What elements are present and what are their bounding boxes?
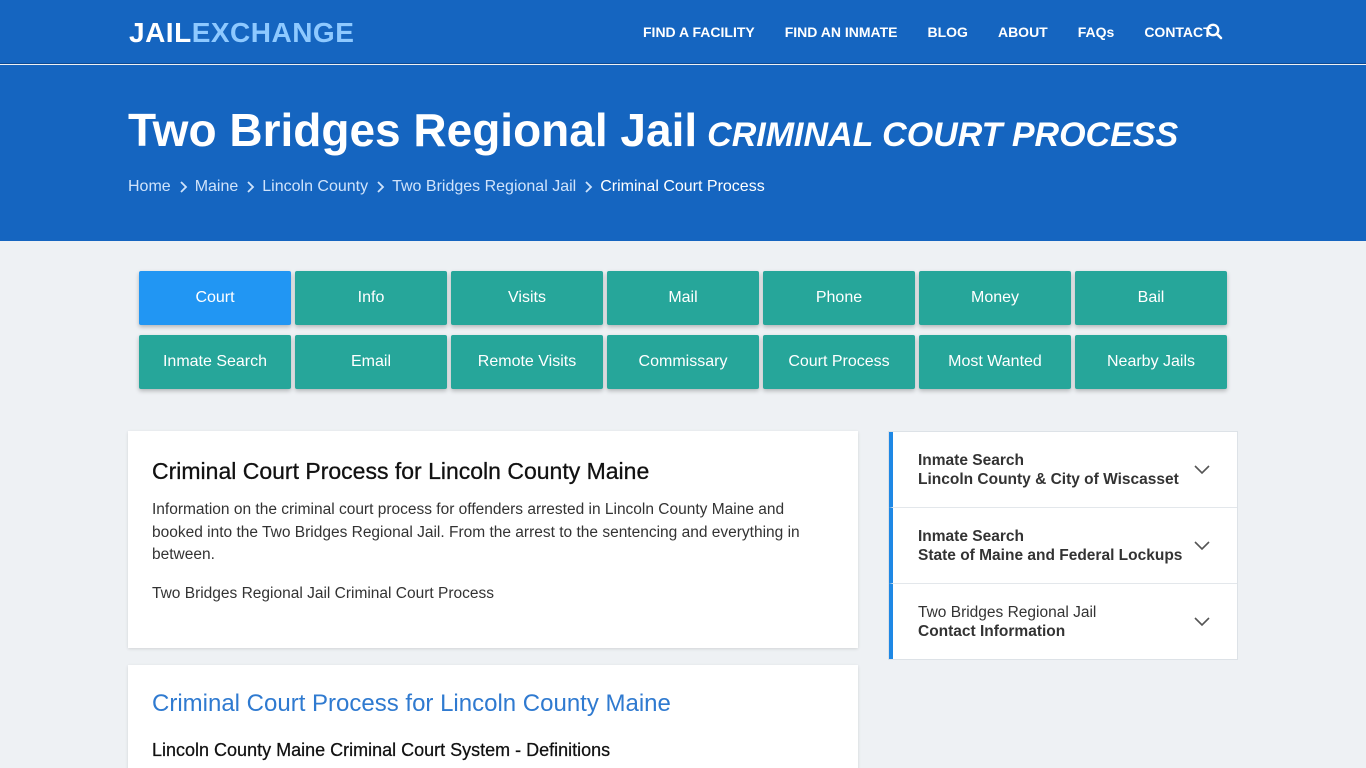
tab-money[interactable]: Money [919, 271, 1071, 325]
sidebar-item-title: Inmate Search [918, 528, 1024, 545]
tab-phone[interactable]: Phone [763, 271, 915, 325]
tab-bail[interactable]: Bail [1075, 271, 1227, 325]
nav-about[interactable]: ABOUT [983, 0, 1063, 64]
breadcrumb-home[interactable]: Home [128, 178, 171, 196]
breadcrumb-maine[interactable]: Maine [195, 178, 239, 196]
tab-court[interactable]: Court [139, 271, 291, 325]
tab-visits[interactable]: Visits [451, 271, 603, 325]
tab-info[interactable]: Info [295, 271, 447, 325]
breadcrumb-two-bridges[interactable]: Two Bridges Regional Jail [392, 178, 576, 196]
nav-find-a-facility[interactable]: FIND A FACILITY [628, 0, 770, 64]
sidebar-item-subtitle: Lincoln County & City of Wiscasset [918, 471, 1179, 488]
sidebar-accordion: Inmate Search Lincoln County & City of W… [888, 431, 1238, 660]
intro-caption: Two Bridges Regional Jail Criminal Court… [152, 584, 494, 602]
breadcrumb: Home Maine Lincoln County Two Bridges Re… [128, 178, 765, 196]
tab-court-process[interactable]: Court Process [763, 335, 915, 389]
intro-card: Criminal Court Process for Lincoln Count… [128, 431, 858, 648]
tab-remote-visits[interactable]: Remote Visits [451, 335, 603, 389]
sidebar-item-contact-information[interactable]: Two Bridges Regional Jail Contact Inform… [889, 584, 1237, 659]
chevron-right-icon [576, 180, 600, 194]
logo-text-exchange: EXCHANGE [191, 17, 355, 48]
sidebar-item-inmate-search-state[interactable]: Inmate Search State of Maine and Federal… [889, 508, 1237, 584]
tab-nearby-jails[interactable]: Nearby Jails [1075, 335, 1227, 389]
page-title: Two Bridges Regional Jail CRIMINAL COURT … [128, 102, 1178, 170]
page-hero: Two Bridges Regional Jail CRIMINAL COURT … [0, 65, 1366, 241]
chevron-right-icon [368, 180, 392, 194]
tab-email[interactable]: Email [295, 335, 447, 389]
intro-paragraph: Information on the criminal court proces… [152, 501, 800, 563]
section-heading: Criminal Court Process for Lincoln Count… [152, 690, 671, 717]
tab-mail[interactable]: Mail [607, 271, 759, 325]
tab-most-wanted[interactable]: Most Wanted [919, 335, 1071, 389]
intro-heading: Criminal Court Process for Lincoln Count… [152, 458, 650, 484]
page-title-subtitle: CRIMINAL COURT PROCESS [707, 116, 1179, 154]
breadcrumb-lincoln-county[interactable]: Lincoln County [262, 178, 368, 196]
chevron-right-icon [238, 180, 262, 194]
section-card: Criminal Court Process for Lincoln Count… [128, 665, 858, 768]
tab-inmate-search[interactable]: Inmate Search [139, 335, 291, 389]
tab-commissary[interactable]: Commissary [607, 335, 759, 389]
sidebar-item-inmate-search-lincoln[interactable]: Inmate Search Lincoln County & City of W… [889, 432, 1237, 508]
sidebar-item-title: Two Bridges Regional Jail [918, 604, 1097, 621]
nav-find-an-inmate[interactable]: FIND AN INMATE [770, 0, 913, 64]
page-title-main: Two Bridges Regional Jail [128, 104, 698, 156]
chevron-down-icon[interactable] [1193, 462, 1211, 475]
top-navbar: JAILEXCHANGE FIND A FACILITY FIND AN INM… [0, 0, 1366, 64]
nav-faqs[interactable]: FAQs [1063, 0, 1130, 64]
sidebar-item-title: Inmate Search [918, 452, 1024, 469]
logo-text-jail: JAIL [129, 17, 192, 48]
chevron-right-icon [171, 180, 195, 194]
search-icon[interactable] [1205, 22, 1225, 42]
nav-blog[interactable]: BLOG [913, 0, 983, 64]
facility-tabs: Court Info Visits Mail Phone Money Bail … [139, 271, 1227, 389]
sidebar-item-subtitle: State of Maine and Federal Lockups [918, 547, 1183, 564]
main-nav: FIND A FACILITY FIND AN INMATE BLOG ABOU… [628, 0, 1227, 64]
jailexchange-logo[interactable]: JAILEXCHANGE [129, 17, 354, 49]
breadcrumb-current: Criminal Court Process [600, 178, 765, 195]
chevron-down-icon[interactable] [1193, 614, 1211, 627]
chevron-down-icon[interactable] [1193, 538, 1211, 551]
sidebar-item-subtitle: Contact Information [918, 623, 1066, 640]
section-subheading: Lincoln County Maine Criminal Court Syst… [152, 740, 611, 760]
